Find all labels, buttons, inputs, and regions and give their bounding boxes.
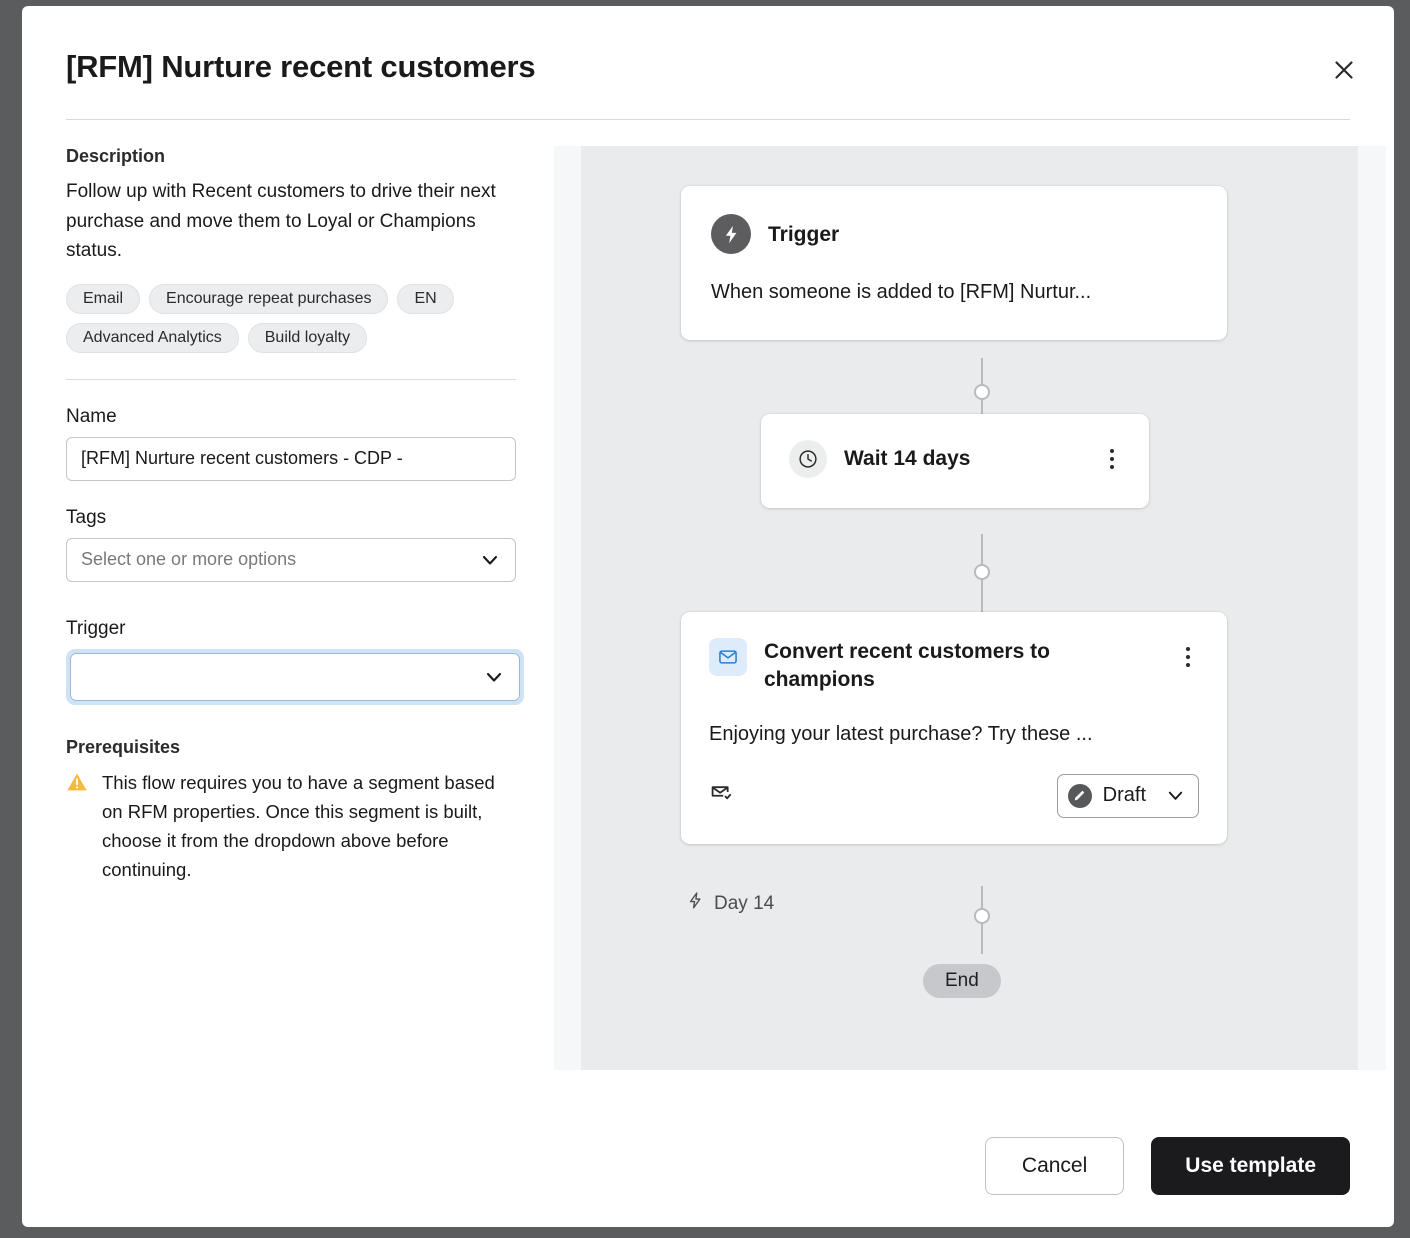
chevron-down-icon [479,549,501,571]
flow-node-title: Wait 14 days [844,440,1084,473]
flow-node-title: Trigger [768,214,1197,249]
modal-footer: Cancel Use template [985,1137,1350,1195]
envelope-icon [709,638,747,676]
prerequisites-text: This flow requires you to have a segment… [102,768,518,885]
flow-node-trigger[interactable]: Trigger When someone is added to [RFM] N… [681,186,1227,340]
envelope-check-icon [709,780,736,812]
tag-chip: Encourage repeat purchases [149,284,388,314]
kebab-menu-icon[interactable] [1177,644,1199,670]
flow-node-subtitle: When someone is added to [RFM] Nurtur... [711,278,1197,306]
details-panel: Description Follow up with Recent custom… [66,146,518,884]
flow-node-email[interactable]: Convert recent customers to champions En… [681,612,1227,843]
chevron-down-icon [483,666,505,688]
flow-node-title: Convert recent customers to champions [764,638,1160,693]
email-status-select[interactable]: Draft [1057,774,1199,818]
use-template-button[interactable]: Use template [1151,1137,1350,1195]
clock-icon [789,440,827,478]
name-input-value: [RFM] Nurture recent customers - CDP - [81,448,501,469]
warning-triangle-icon [66,768,88,885]
tags-select[interactable]: Select one or more options [66,538,516,582]
close-icon [1331,57,1357,83]
tag-chip: Advanced Analytics [66,323,239,353]
flow-diagram: Trigger When someone is added to [RFM] N… [581,146,1358,1070]
tag-chip-list: Email Encourage repeat purchases EN Adva… [66,284,516,353]
trigger-label: Trigger [66,618,518,640]
flow-canvas-outer: Trigger When someone is added to [RFM] N… [554,146,1386,1070]
lightning-bolt-icon [711,214,751,254]
flow-connector-dot[interactable] [974,384,990,400]
prerequisites-label: Prerequisites [66,737,518,758]
flow-day-label: Day 14 [686,891,774,916]
close-button[interactable] [1324,50,1364,90]
prerequisites-block: Prerequisites This flow requires you to … [66,737,518,885]
flow-preview-panel: Trigger When someone is added to [RFM] N… [554,146,1386,1070]
tag-chip: Build loyalty [248,323,367,353]
trigger-field-group: Trigger Recent RFM [66,618,518,705]
template-detail-modal: [RFM] Nurture recent customers Descripti… [22,6,1394,1227]
page-title: [RFM] Nurture recent customers [66,48,1350,85]
description-label: Description [66,146,518,167]
flow-node-wait[interactable]: Wait 14 days [761,414,1149,508]
trigger-select-focus-ring: Recent RFM [66,649,524,705]
tag-chip: EN [397,284,453,314]
tags-field-group: Tags Select one or more options [66,507,518,582]
tag-chip: Email [66,284,140,314]
tags-label: Tags [66,507,518,529]
tags-select-value: Select one or more options [81,549,471,570]
trigger-select[interactable]: Recent RFM [70,653,520,701]
name-field-group: Name [RFM] Nurture recent customers - CD… [66,406,518,481]
flow-connector-dot[interactable] [974,564,990,580]
modal-header: [RFM] Nurture recent customers [22,6,1394,85]
flow-node-subtitle: Enjoying your latest purchase? Try these… [709,720,1199,748]
flow-connector-dot[interactable] [974,908,990,924]
flow-end-label: End [945,970,979,992]
flow-end-node[interactable]: End [923,964,1001,998]
name-input[interactable]: [RFM] Nurture recent customers - CDP - [66,437,516,481]
description-text: Follow up with Recent customers to drive… [66,177,506,265]
name-label: Name [66,406,518,428]
lightning-bolt-icon [686,891,705,916]
flow-day-text: Day 14 [714,893,774,915]
details-divider [66,379,516,380]
pencil-icon [1068,784,1092,808]
email-status-value: Draft [1103,784,1146,807]
modal-body: Description Follow up with Recent custom… [22,120,1394,1070]
cancel-button[interactable]: Cancel [985,1137,1124,1195]
flow-canvas: Trigger When someone is added to [RFM] N… [581,146,1358,1070]
chevron-down-icon [1165,785,1186,806]
kebab-menu-icon[interactable] [1101,446,1123,472]
